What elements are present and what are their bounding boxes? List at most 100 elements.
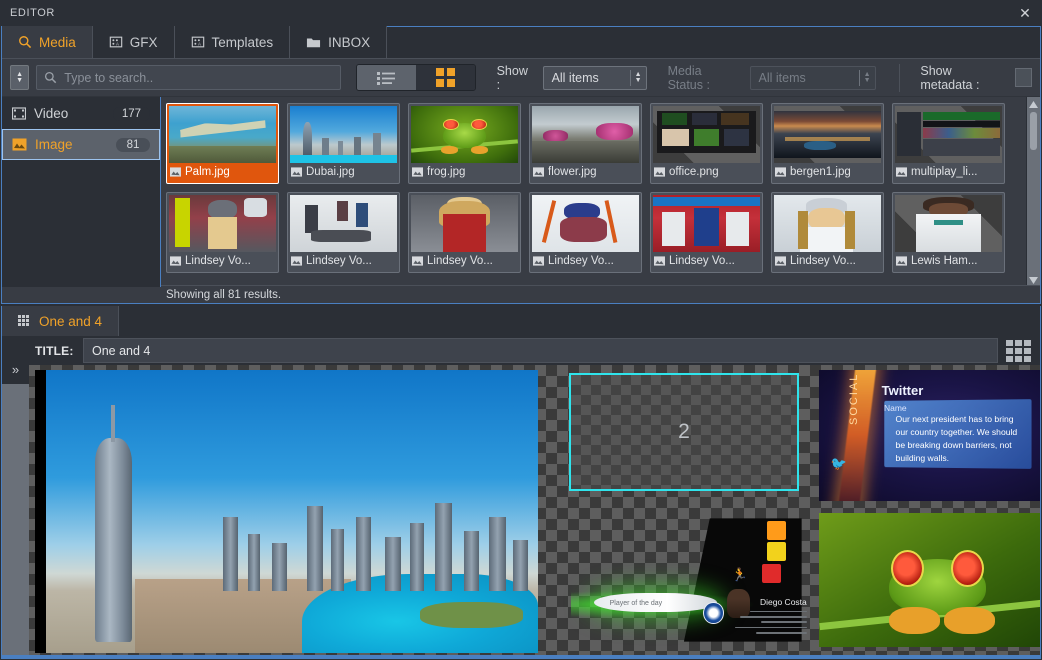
tab-media[interactable]: Media <box>2 26 93 58</box>
tab-templates-label: Templates <box>211 34 274 50</box>
media-item[interactable]: Lewis Ham... <box>892 192 1005 273</box>
show-metadata-label: Show metadata : <box>920 63 980 92</box>
image-icon <box>654 256 665 266</box>
media-item[interactable]: office.png <box>650 103 763 184</box>
thumbnail-label: flower.jpg <box>548 166 597 178</box>
image-icon <box>533 256 544 266</box>
thumbnail-caption: office.png <box>653 163 760 181</box>
thumbnail-label: Lindsey Vo... <box>185 255 251 267</box>
thumbnail-label: Lindsey Vo... <box>669 255 735 267</box>
show-select[interactable]: All items ▲ ▼ <box>542 65 647 90</box>
chevron-updown-icon: ▲ ▼ <box>634 70 642 84</box>
scene-cell-2[interactable]: 2 <box>569 373 799 491</box>
tab-media-label: Media <box>39 34 76 50</box>
media-grid-scrollbar[interactable] <box>1026 97 1040 287</box>
media-item[interactable]: Lindsey Vo... <box>287 192 400 273</box>
image-icon <box>533 167 544 177</box>
thumbnail-image <box>290 195 397 252</box>
thumbnail-label: Dubai.jpg <box>306 166 355 178</box>
graphics-icon: A <box>109 35 123 49</box>
thumbnail-label: frog.jpg <box>427 166 466 178</box>
scene-cell-1[interactable] <box>35 370 538 653</box>
folder-icon <box>306 36 321 49</box>
media-item[interactable]: Lindsey Vo... <box>529 192 642 273</box>
tab-one-and-4[interactable]: One and 4 <box>2 306 120 336</box>
twitter-title: Twitter <box>881 383 924 399</box>
sidebar-item-video[interactable]: Video 177 <box>2 98 160 129</box>
thumbnail-label: Lindsey Vo... <box>427 255 493 267</box>
media-status-text: Showing all 81 results. <box>166 288 282 301</box>
scene-cell-5[interactable] <box>819 513 1040 647</box>
tab-templates[interactable]: A Templates <box>174 26 291 58</box>
media-toolbar: ▲ ▼ Type to search.. Show: All items ▲ … <box>2 59 1040 97</box>
media-panel: Media A GFX A Templates INBOX ▲ ▼ Type t… <box>1 26 1041 304</box>
title-input[interactable]: One and 4 <box>83 338 998 363</box>
media-item[interactable]: Lindsey Vo... <box>166 192 279 273</box>
view-toggle-group <box>356 64 476 91</box>
media-item[interactable]: Palm.jpg <box>166 103 279 184</box>
svg-text:A: A <box>116 42 119 47</box>
grid-view-button[interactable] <box>415 65 475 90</box>
media-sidebar: Video 177 Image 81 <box>2 97 161 287</box>
thumbnail-label: Lewis Ham... <box>911 255 978 267</box>
scene-cell-4[interactable]: Player of the day 🏃 Diego Costa <box>561 513 817 647</box>
grid-view-icon <box>435 68 455 87</box>
image-icon <box>170 167 181 177</box>
scene-canvas[interactable]: 2 SOCIAL Twitter Name Our next president… <box>29 365 1040 658</box>
scene-cell-3[interactable]: SOCIAL Twitter Name Our next president h… <box>819 370 1040 501</box>
media-item[interactable]: frog.jpg <box>408 103 521 184</box>
media-item[interactable]: Dubai.jpg <box>287 103 400 184</box>
thumbnail-caption: Lewis Ham... <box>895 252 1002 270</box>
sidebar-item-video-label: Video <box>34 106 69 121</box>
double-chevron-right-icon[interactable]: » <box>2 354 29 384</box>
image-icon <box>291 167 302 177</box>
image-icon <box>412 256 423 266</box>
media-item[interactable]: Lindsey Vo... <box>650 192 763 273</box>
thumbnail-label: office.png <box>669 166 719 178</box>
media-tabbar: Media A GFX A Templates INBOX <box>2 26 1040 59</box>
title-row: TITLE: One and 4 <box>29 336 1040 365</box>
show-metadata-checkbox[interactable] <box>1015 68 1032 87</box>
list-view-icon <box>376 71 397 85</box>
media-item[interactable]: Lindsey Vo... <box>408 192 521 273</box>
tab-one-and-4-label: One and 4 <box>39 313 103 329</box>
graphics-icon: A <box>191 35 205 49</box>
tab-gfx[interactable]: A GFX <box>92 26 175 58</box>
player-photo <box>727 589 751 618</box>
media-status-select[interactable]: All items ▲ ▼ <box>749 65 876 90</box>
search-input[interactable] <box>64 70 334 85</box>
media-item[interactable]: multiplay_li... <box>892 103 1005 184</box>
thumbnail-caption: Lindsey Vo... <box>532 252 639 270</box>
thumbnail-image <box>653 106 760 163</box>
media-thumbnail-list: Palm.jpg Dubai.jpg frog.jpg flower.jpg o… <box>161 97 1031 273</box>
scene-tabbar: One and 4 <box>2 306 1040 336</box>
media-item[interactable]: Lindsey Vo... <box>771 192 884 273</box>
window-title: EDITOR <box>10 7 55 19</box>
scene-editor-panel: One and 4 » TITLE: One and 4 2 SOCIAL Tw… <box>1 306 1041 659</box>
thumbnail-caption: flower.jpg <box>532 163 639 181</box>
thumbnail-image <box>411 106 518 163</box>
thumbnail-caption: Lindsey Vo... <box>169 252 276 270</box>
media-item[interactable]: flower.jpg <box>529 103 642 184</box>
tab-inbox[interactable]: INBOX <box>290 26 388 58</box>
scrollbar-thumb[interactable] <box>1030 112 1037 150</box>
list-view-button[interactable] <box>357 65 416 90</box>
runner-icon: 🏃 <box>731 566 748 582</box>
editor-window: EDITOR ✕ Media A GFX A Templates INBOX ▲… <box>0 0 1042 660</box>
thumbnail-caption: Lindsey Vo... <box>653 252 760 270</box>
thumbnail-image <box>774 106 881 163</box>
search-box[interactable] <box>36 65 342 90</box>
sidebar-item-image[interactable]: Image 81 <box>2 129 160 160</box>
thumbnail-image <box>774 195 881 252</box>
close-icon[interactable]: ✕ <box>1016 4 1034 22</box>
triangle-up-icon[interactable] <box>1027 97 1041 111</box>
thumbnail-caption: Lindsey Vo... <box>411 252 518 270</box>
layout-picker-button[interactable] <box>998 336 1040 365</box>
twitter-bird-icon: 🐦 <box>830 456 847 472</box>
scene-cell-2-label: 2 <box>678 420 690 443</box>
sort-order-button[interactable]: ▲ ▼ <box>10 65 30 90</box>
media-content: Video 177 Image 81 Palm.jpg Dubai.jpg fr… <box>2 97 1040 287</box>
media-item[interactable]: bergen1.jpg <box>771 103 884 184</box>
sidebar-item-video-count: 177 <box>112 106 150 121</box>
image-icon <box>12 138 27 151</box>
